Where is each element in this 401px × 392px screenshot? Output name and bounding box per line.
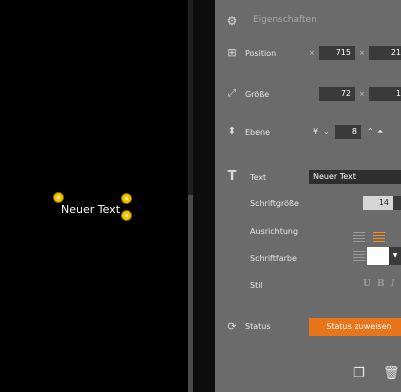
layer-input[interactable]: 8: [335, 125, 361, 139]
resize-icon: ⤢: [228, 88, 236, 99]
size-width-input[interactable]: 72: [319, 87, 355, 101]
size-label: Größe: [245, 90, 270, 99]
size-height-input[interactable]: 1: [369, 87, 401, 101]
position-separator: ×: [309, 49, 315, 57]
style-label: Stil: [250, 281, 263, 290]
position-icon: ⊞: [227, 46, 237, 59]
layer-to-front-icon[interactable]: ⏶: [377, 127, 383, 137]
status-icon: ⟳: [227, 320, 237, 333]
resize-handle-right-bottom[interactable]: [121, 210, 132, 221]
layer-label: Ebene: [245, 128, 271, 137]
position-label: Position: [245, 49, 277, 58]
panel-gutter: [193, 0, 215, 392]
alignment-label: Ausrichtung: [250, 227, 299, 236]
position-separator-2: ×: [359, 49, 365, 57]
canvas-text-element[interactable]: Neuer Text: [61, 203, 120, 216]
trash-icon[interactable]: 🗑: [383, 366, 400, 381]
bold-button[interactable]: B: [377, 279, 385, 289]
align-right-icon[interactable]: [353, 250, 365, 261]
status-label: Status: [245, 322, 271, 331]
properties-panel: ⚙ Eigenschaften ⊞ Position × 715 × 21 ⤢ …: [215, 0, 401, 392]
font-size-label: Schriftgröße: [250, 199, 299, 208]
layer-icon: ⬍: [227, 126, 237, 137]
size-separator: ×: [359, 90, 365, 98]
align-center-icon[interactable]: [373, 231, 386, 242]
font-color-dropdown[interactable]: ▼: [389, 247, 401, 265]
position-y-input[interactable]: 21: [369, 46, 401, 60]
gear-icon: ⚙: [226, 14, 238, 28]
text-input[interactable]: Neuer Text: [309, 170, 401, 184]
align-left-icon[interactable]: [353, 231, 365, 242]
editor-canvas[interactable]: Neuer Text: [0, 0, 190, 392]
underline-button[interactable]: U: [363, 279, 371, 289]
resize-handle-right-top[interactable]: [121, 193, 132, 204]
assign-status-button[interactable]: Status zuweisen: [309, 318, 401, 336]
copy-icon[interactable]: ❐: [353, 366, 365, 381]
position-x-input[interactable]: 715: [319, 46, 355, 60]
font-size-input[interactable]: 14: [363, 196, 393, 210]
panel-title: Eigenschaften: [253, 15, 317, 25]
layer-to-back-icon[interactable]: ¥: [313, 127, 318, 136]
font-color-label: Schriftfarbe: [250, 254, 297, 263]
text-label: Text: [250, 173, 267, 182]
resize-handle-left[interactable]: [53, 192, 64, 203]
italic-button[interactable]: I: [391, 279, 395, 289]
text-icon: T: [227, 169, 237, 184]
font-color-swatch[interactable]: [367, 247, 389, 265]
font-size-stepper[interactable]: [393, 196, 401, 210]
layer-down-icon[interactable]: ⌄: [323, 127, 330, 136]
layer-up-icon[interactable]: ⌃: [367, 127, 374, 136]
